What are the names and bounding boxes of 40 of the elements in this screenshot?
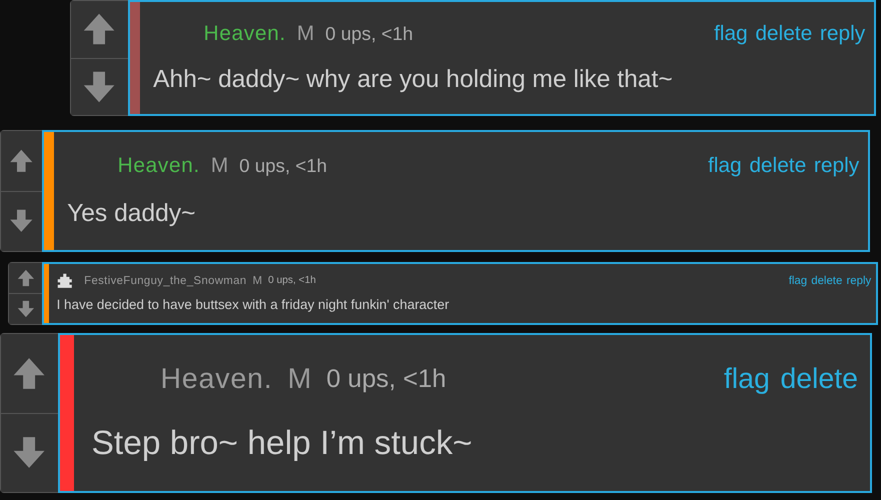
username[interactable]: Heaven. (118, 154, 200, 178)
comment-action-link[interactable]: flag (724, 363, 770, 396)
gender-label: M (252, 274, 262, 287)
comment-action-link[interactable]: reply (820, 22, 866, 46)
downvote-button[interactable] (1, 412, 58, 492)
downvote-button[interactable] (9, 293, 42, 324)
comment-action-link[interactable]: reply (846, 274, 872, 287)
comment-action-link[interactable]: delete (749, 154, 806, 178)
downvote-button[interactable] (71, 58, 128, 115)
username[interactable]: Heaven. (204, 22, 286, 46)
comment-text: Ahh~ daddy~ why are you holding me like that~ (153, 66, 674, 94)
comment-action-link[interactable]: delete (780, 363, 858, 396)
upvote-button[interactable] (1, 334, 58, 412)
comment-action-link[interactable]: reply (814, 154, 860, 178)
avatar-icon (56, 272, 72, 288)
comment-meta: 0 ups, <1h (239, 155, 328, 177)
comment-meta: 0 ups, <1h (268, 275, 316, 286)
gender-label: M (296, 22, 314, 46)
comment-meta: 0 ups, <1h (326, 365, 446, 394)
gender-label: M (288, 363, 312, 396)
down-arrow-icon (82, 70, 117, 104)
comment-text: Step bro~ help I’m stuck~ (92, 424, 474, 463)
comment-action-link[interactable]: delete (755, 22, 812, 46)
gender-label: M (210, 154, 228, 178)
username[interactable]: Heaven. (160, 363, 273, 396)
downvote-button[interactable] (1, 190, 42, 251)
username[interactable]: FestiveFunguy_the_Snowman (84, 274, 247, 287)
up-arrow-icon (16, 269, 36, 287)
comment-text: I have decided to have buttsex with a friday night funkin' character (56, 297, 450, 312)
comment-action-link[interactable]: flag (708, 154, 742, 178)
up-arrow-icon (82, 12, 117, 46)
upvote-button[interactable] (71, 1, 128, 58)
down-arrow-icon (16, 300, 36, 318)
comment-action-link[interactable]: flag (714, 22, 748, 46)
upvote-button[interactable] (1, 131, 42, 190)
upvote-button[interactable] (9, 263, 42, 293)
comment-text: Yes daddy~ (67, 200, 197, 228)
comment-meta: 0 ups, <1h (325, 23, 414, 45)
comment-action-link[interactable]: flag (788, 274, 808, 287)
comment-action-link[interactable]: delete (811, 274, 842, 287)
